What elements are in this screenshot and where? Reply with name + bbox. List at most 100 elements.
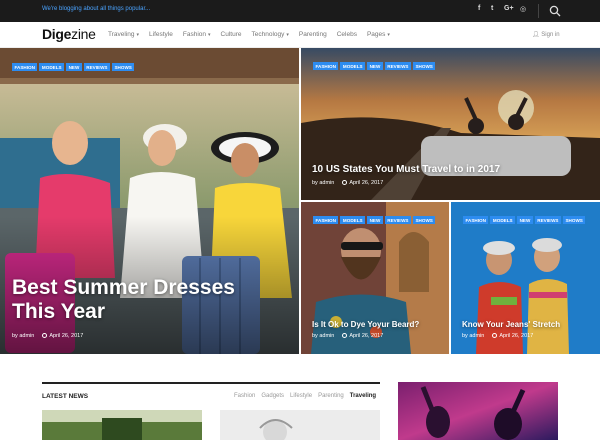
- tag-shows[interactable]: Shows: [111, 63, 135, 71]
- tag-list: Fashion Models New Reviews Shows: [313, 62, 436, 70]
- clock-icon: [342, 180, 348, 185]
- tag-new[interactable]: New: [66, 63, 82, 71]
- nav-item-pages[interactable]: Pages ▾: [367, 31, 390, 38]
- nav-item-label: Pages: [366, 31, 386, 38]
- twitter-icon[interactable]: t: [491, 5, 493, 12]
- nav-item-label: Lifestyle: [149, 31, 173, 38]
- tag-models[interactable]: Models: [340, 62, 366, 70]
- latest-thumb-1[interactable]: [42, 410, 202, 440]
- logo-light: zine: [71, 26, 96, 42]
- post-title[interactable]: 10 US States You Must Travel to in 2017: [312, 164, 592, 175]
- nav-item-celebs[interactable]: Celebs: [337, 31, 357, 38]
- nav-item-label: Technology: [251, 31, 285, 38]
- nav-item-label: Traveling: [108, 31, 135, 38]
- tag-list: Fashion Models New Reviews Shows: [313, 216, 436, 224]
- nav-item-label: Culture: [220, 31, 242, 38]
- tab-lifestyle[interactable]: Lifestyle: [290, 393, 312, 399]
- post-author[interactable]: by admin: [462, 333, 484, 339]
- tag-new[interactable]: New: [367, 62, 383, 70]
- tag-fashion[interactable]: Fashion: [313, 62, 339, 70]
- chevron-down-icon: ▾: [286, 32, 289, 38]
- tab-parenting[interactable]: Parenting: [318, 393, 344, 399]
- tag-models[interactable]: Models: [490, 216, 516, 224]
- latest-news-heading: LATEST NEWS: [42, 393, 89, 400]
- nav-item-parenting[interactable]: Parenting: [299, 31, 327, 38]
- featured-image-beard: [301, 202, 449, 354]
- post-title[interactable]: Best Summer Dresses This Year: [12, 276, 262, 324]
- post-date: April 26, 2017: [499, 333, 534, 339]
- featured-post-main[interactable]: Fashion Models New Reviews Shows Best Su…: [0, 48, 299, 354]
- tag-fashion[interactable]: Fashion: [12, 63, 38, 71]
- logo-bold: Dige: [42, 26, 72, 42]
- featured-post-beard[interactable]: Fashion Models New Reviews Shows Is It O…: [301, 202, 449, 354]
- post-meta: by admin April 26, 2017: [12, 333, 83, 339]
- thumb-image: [42, 410, 202, 440]
- top-bar: We're blogging about all things popular.…: [0, 0, 600, 22]
- post-date: April 26, 2017: [349, 180, 384, 186]
- tag-new[interactable]: New: [517, 216, 533, 224]
- nav-item-culture[interactable]: Culture: [221, 31, 242, 38]
- post-author[interactable]: by admin: [312, 180, 334, 186]
- tag-reviews[interactable]: Reviews: [83, 63, 110, 71]
- tag-new[interactable]: New: [367, 216, 383, 224]
- nav-item-label: Parenting: [298, 31, 327, 38]
- tab-traveling[interactable]: Traveling: [350, 393, 376, 399]
- facebook-icon[interactable]: f: [478, 5, 480, 12]
- post-author[interactable]: by admin: [312, 333, 334, 339]
- topbar-divider: [538, 4, 539, 18]
- thumb-image: [220, 410, 380, 440]
- tag-models[interactable]: Models: [340, 216, 366, 224]
- post-meta: by admin April 26, 2017: [462, 333, 533, 339]
- clock-icon: [492, 333, 498, 338]
- clock-icon: [42, 333, 48, 338]
- nav-item-label: Celebs: [336, 31, 357, 38]
- tag-list: Fashion Models New Reviews Shows: [12, 63, 135, 71]
- post-meta: by admin April 26, 2017: [312, 333, 383, 339]
- featured-post-road[interactable]: Fashion Models New Reviews Shows 10 US S…: [301, 48, 600, 200]
- tag-models[interactable]: Models: [39, 63, 65, 71]
- tab-fashion[interactable]: Fashion: [234, 393, 255, 399]
- featured-post-jeans[interactable]: Fashion Models New Reviews Shows Know Yo…: [451, 202, 600, 354]
- nav-item-label: Fashion: [182, 31, 206, 38]
- tab-gadgets[interactable]: Gadgets: [261, 393, 284, 399]
- main-nav: Digezine Traveling ▾ Lifestyle Fashion ▾ C…: [0, 22, 600, 48]
- nav-item-lifestyle[interactable]: Lifestyle: [149, 31, 173, 38]
- search-icon[interactable]: [549, 5, 561, 17]
- tag-reviews[interactable]: Reviews: [384, 62, 411, 70]
- nav-item-technology[interactable]: Technology ▾: [251, 31, 288, 38]
- sidebar-thumb[interactable]: [398, 382, 558, 440]
- nav-menu: Traveling ▾ Lifestyle Fashion ▾ Culture Te…: [108, 31, 400, 38]
- chevron-down-icon: ▾: [387, 32, 390, 38]
- post-date: April 26, 2017: [49, 333, 84, 339]
- tag-fashion[interactable]: Fashion: [463, 216, 489, 224]
- sign-in-link[interactable]: 👤︎ Sign in: [532, 31, 560, 38]
- tag-shows[interactable]: Shows: [562, 216, 586, 224]
- post-date: April 26, 2017: [349, 333, 384, 339]
- chevron-down-icon: ▾: [208, 32, 211, 38]
- sign-in-label: Sign in: [541, 32, 560, 38]
- post-author[interactable]: by admin: [12, 333, 34, 339]
- tag-list: Fashion Models New Reviews Shows: [463, 216, 586, 224]
- tag-shows[interactable]: Shows: [412, 216, 436, 224]
- clock-icon: [342, 333, 348, 338]
- latest-thumb-2[interactable]: [220, 410, 380, 440]
- tag-reviews[interactable]: Reviews: [534, 216, 561, 224]
- user-icon: 👤︎: [532, 32, 540, 38]
- tag-reviews[interactable]: Reviews: [384, 216, 411, 224]
- tag-fashion[interactable]: Fashion: [313, 216, 339, 224]
- instagram-icon[interactable]: ◎: [520, 5, 526, 13]
- google-plus-icon[interactable]: G+: [504, 5, 514, 12]
- nav-item-fashion[interactable]: Fashion ▾: [183, 31, 211, 38]
- post-title[interactable]: Know Your Jeans' Stretch: [462, 320, 597, 329]
- featured-image-road: [301, 48, 600, 200]
- chevron-down-icon: ▾: [136, 32, 140, 38]
- latest-news-tabs: Fashion Gadgets Lifestyle Parenting Trav…: [234, 393, 376, 399]
- site-tagline: We're blogging about all things popular.…: [42, 6, 151, 12]
- site-logo[interactable]: Digezine: [42, 26, 96, 42]
- featured-image-jeans: [451, 202, 600, 354]
- nav-item-traveling[interactable]: Traveling ▾: [108, 31, 139, 38]
- post-title[interactable]: Is It Ok to Dye Yoyur Beard?: [312, 320, 447, 329]
- thumb-image: [398, 382, 558, 440]
- tag-shows[interactable]: Shows: [412, 62, 436, 70]
- post-meta: by admin April 26, 2017: [312, 180, 383, 186]
